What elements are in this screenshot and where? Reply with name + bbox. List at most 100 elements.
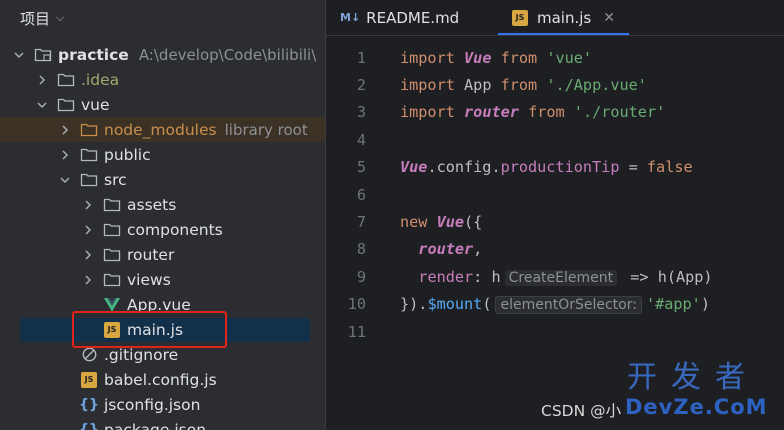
tree-item-label: babel.config.js <box>104 370 217 389</box>
line-number: 11 <box>347 322 366 341</box>
tree-item-label: src <box>104 170 127 189</box>
ignore-file-icon <box>80 347 98 363</box>
tab-main-js[interactable]: JS main.js ✕ <box>498 0 629 35</box>
tree-item-label: package.json <box>104 420 207 430</box>
project-panel: 项目 ⌵ practice A:\develop\Code\bilibili\ … <box>0 0 325 430</box>
code-keyword: import <box>400 103 455 122</box>
tree-item-label: practice <box>58 45 129 64</box>
code-property: productionTip <box>500 158 620 177</box>
line-number: 9 <box>356 267 366 286</box>
chevron-down-icon[interactable] <box>58 175 72 185</box>
code-function: $mount <box>427 294 483 313</box>
line-number: 7 <box>356 213 366 232</box>
code-string: './App.vue' <box>546 76 647 95</box>
chevron-right-icon[interactable] <box>81 249 95 260</box>
tree-item-src[interactable]: src <box>0 167 325 192</box>
code-keyword: import <box>400 76 455 95</box>
tab-readme[interactable]: M↓ README.md <box>326 0 498 35</box>
folder-icon <box>57 72 75 88</box>
js-file-icon: JS <box>104 321 120 338</box>
tree-item-label: components <box>127 220 223 239</box>
tree-item-package-json[interactable]: {} package.json <box>0 417 325 430</box>
js-file-icon: JS <box>512 9 528 26</box>
code-line: 2 import App from './App.vue' <box>326 71 784 98</box>
close-icon[interactable]: ✕ <box>603 10 615 26</box>
code-keyword: import <box>400 48 455 67</box>
code-keyword: false <box>646 158 693 177</box>
folder-icon <box>103 222 121 238</box>
line-number: 3 <box>356 103 366 122</box>
tab-label: README.md <box>366 8 460 27</box>
chevron-down-icon[interactable]: ⌵ <box>56 11 64 25</box>
code-text: }). <box>400 294 428 313</box>
code-line: 9 render: h CreateElement => h(App) <box>326 263 784 290</box>
chevron-right-icon[interactable] <box>81 199 95 210</box>
chevron-down-icon[interactable] <box>12 50 26 60</box>
tree-item-public[interactable]: public <box>0 142 325 167</box>
inlay-parameter-hint: elementOrSelector: <box>495 295 642 314</box>
code-keyword: new <box>400 213 428 232</box>
tree-item-label: jsconfig.json <box>104 395 201 414</box>
tree-item-components[interactable]: components <box>0 217 325 242</box>
code-line: 6 <box>326 181 784 208</box>
tree-item-assets[interactable]: assets <box>0 192 325 217</box>
tree-item-vue[interactable]: vue <box>0 92 325 117</box>
project-panel-header[interactable]: 项目 ⌵ <box>0 0 325 36</box>
vue-file-icon <box>103 297 121 313</box>
code-keyword: from <box>528 103 565 122</box>
line-number: 4 <box>356 130 366 149</box>
code-line: 3 import router from './router' <box>326 99 784 126</box>
tree-item-idea[interactable]: .idea <box>0 67 325 92</box>
folder-icon <box>103 247 121 263</box>
code-text: : <box>473 267 492 286</box>
tree-item-node-modules[interactable]: node_modules library root <box>0 117 325 142</box>
code-area[interactable]: 1 import Vue from 'vue' 2 import App fro… <box>326 44 784 345</box>
code-identifier: h <box>491 267 501 286</box>
tree-item-router[interactable]: router <box>0 242 325 267</box>
brand-watermark-en: DevZe.CoM <box>625 395 768 419</box>
tree-item-label: App.vue <box>127 295 191 314</box>
chevron-right-icon[interactable] <box>81 274 95 285</box>
code-string: 'vue' <box>546 48 593 67</box>
code-line: 1 import Vue from 'vue' <box>326 44 784 71</box>
code-string: '#app' <box>645 294 701 313</box>
tree-item-label: node_modules <box>104 120 217 139</box>
line-number: 6 <box>356 185 366 204</box>
code-text: .config. <box>427 158 501 177</box>
code-operator: = <box>619 158 647 177</box>
tree-item-views[interactable]: views <box>0 267 325 292</box>
tree-item-main-js[interactable]: JS main.js <box>0 317 325 342</box>
tree-item-gitignore[interactable]: .gitignore <box>0 342 325 367</box>
folder-icon <box>103 197 121 213</box>
csdn-watermark: CSDN @小 <box>541 402 622 420</box>
tree-item-label: .gitignore <box>104 345 179 364</box>
code-identifier: Vue <box>464 48 492 67</box>
inlay-type-hint: CreateElement <box>504 269 618 286</box>
code-line: 5 Vue.config.productionTip = false <box>326 154 784 181</box>
code-keyword: from <box>500 76 538 95</box>
chevron-right-icon[interactable] <box>81 224 95 235</box>
tree-item-practice[interactable]: practice A:\develop\Code\bilibili\ <box>0 42 325 67</box>
code-identifier: router <box>418 240 474 259</box>
tree-item-jsconfig[interactable]: {} jsconfig.json <box>0 392 325 417</box>
code-identifier: Vue <box>400 158 428 177</box>
code-string: './router' <box>573 103 666 122</box>
project-path-hint: A:\develop\Code\bilibili\ <box>138 45 317 64</box>
tab-label: main.js <box>537 8 592 27</box>
chevron-right-icon[interactable] <box>35 74 49 85</box>
code-identifier: App <box>464 76 492 95</box>
code-line: 10 }).$mount(elementOrSelector: '#app') <box>326 291 784 318</box>
tree-item-babel-config[interactable]: JS babel.config.js <box>0 367 325 392</box>
json-file-icon: {} <box>79 421 99 430</box>
code-operator: => <box>621 267 658 286</box>
library-folder-icon <box>80 122 98 138</box>
tree-item-label: .idea <box>81 70 120 89</box>
line-number: 10 <box>347 295 366 314</box>
chevron-right-icon[interactable] <box>58 149 72 160</box>
code-line: 7 new Vue({ <box>326 208 784 235</box>
editor-tab-bar: M↓ README.md JS main.js ✕ <box>326 0 784 36</box>
code-text: ( <box>482 294 492 313</box>
chevron-right-icon[interactable] <box>58 124 72 135</box>
chevron-down-icon[interactable] <box>35 100 49 110</box>
tree-item-app-vue[interactable]: App.vue <box>0 292 325 317</box>
